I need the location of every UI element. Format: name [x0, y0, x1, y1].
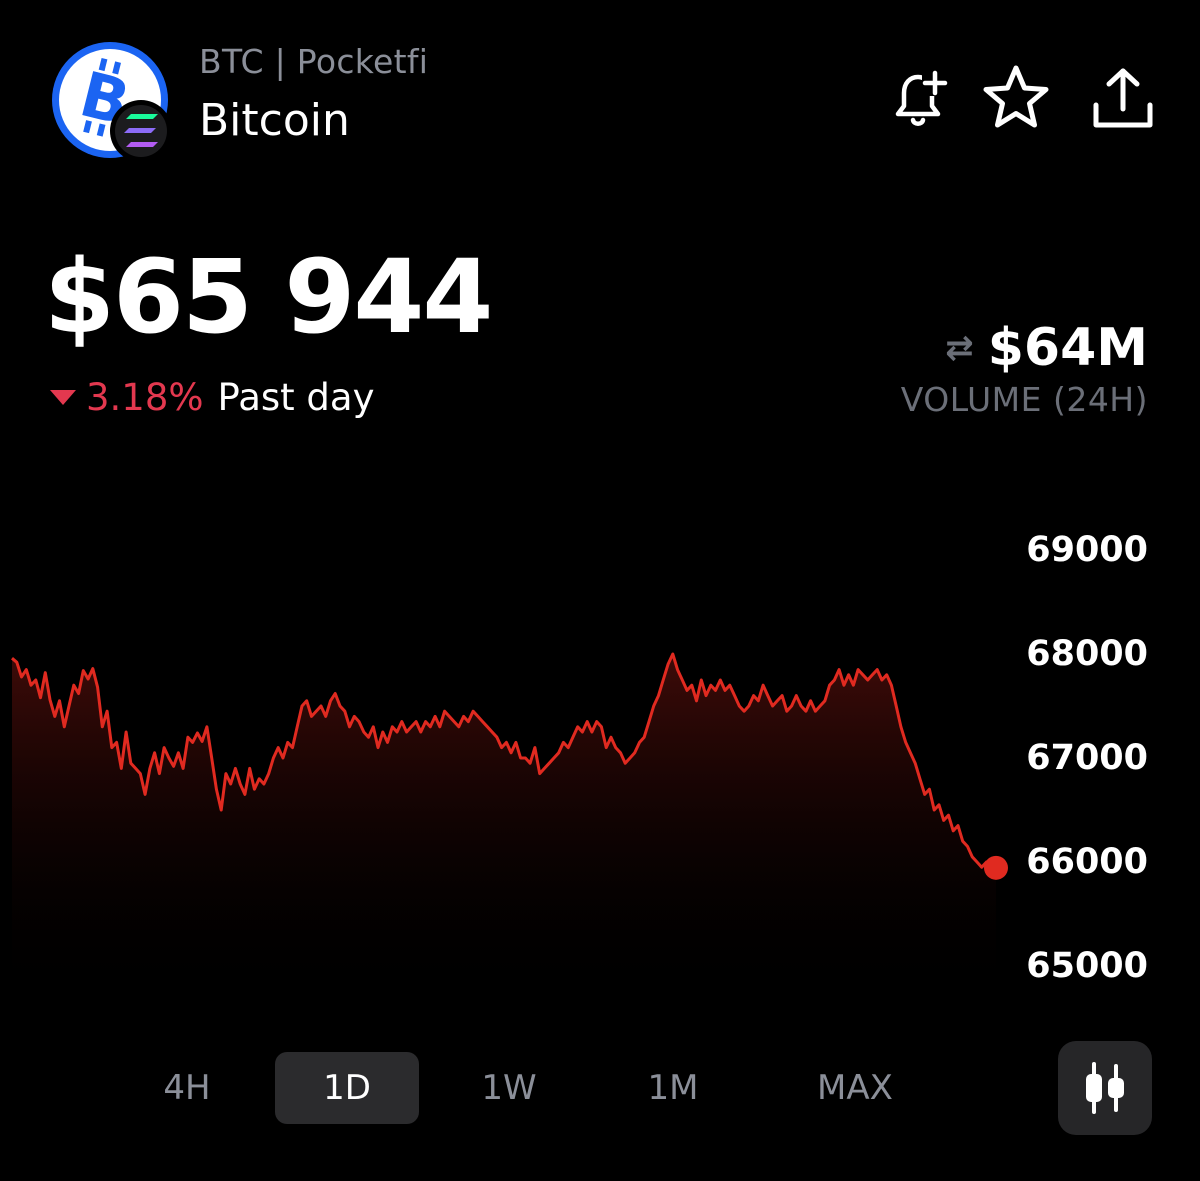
- y-tick-label: 65000: [1026, 946, 1148, 986]
- bitcoin-logo-icon: B: [52, 42, 172, 162]
- timeframe-tabs: 4H 1D 1W 1M MAX: [0, 1052, 1000, 1124]
- tab-1m[interactable]: 1M: [626, 1052, 720, 1124]
- share-icon: [1093, 68, 1153, 128]
- y-tick-label: 69000: [1026, 530, 1148, 570]
- share-button[interactable]: [1087, 62, 1159, 134]
- y-tick-label: 67000: [1026, 738, 1148, 778]
- asset-name: Bitcoin: [199, 95, 350, 146]
- y-tick-label: 66000: [1026, 842, 1148, 882]
- swap-arrows-icon: ⇄: [945, 328, 974, 368]
- tab-max[interactable]: MAX: [800, 1052, 910, 1124]
- current-price-dot: [984, 855, 1008, 880]
- price-alert-button[interactable]: [882, 62, 954, 134]
- price-change-period: Past day: [217, 376, 375, 419]
- volume-value: $64M: [987, 318, 1148, 378]
- bell-plus-icon: [895, 70, 948, 126]
- solana-badge-icon: [110, 100, 172, 162]
- tab-1w[interactable]: 1W: [462, 1052, 556, 1124]
- price-area: [12, 654, 996, 1000]
- y-tick-label: 68000: [1026, 634, 1148, 674]
- current-price: $65 944: [44, 238, 493, 357]
- price-chart[interactable]: [0, 520, 1010, 1000]
- favorite-button[interactable]: [980, 62, 1052, 134]
- tab-1d[interactable]: 1D: [275, 1052, 419, 1124]
- volume-label: VOLUME (24H): [900, 380, 1148, 419]
- ticker-exchange: BTC | Pocketfi: [199, 42, 429, 81]
- down-triangle-icon: [50, 390, 76, 405]
- bitcoin-logo: B: [50, 40, 172, 162]
- price-change: 3.18% Past day: [50, 376, 374, 419]
- volume-block: ⇄ $64M VOLUME (24H): [901, 318, 1148, 419]
- tab-4h[interactable]: 4H: [140, 1052, 234, 1124]
- candlestick-toggle-button[interactable]: [1058, 1041, 1152, 1135]
- price-change-percent: 3.18%: [86, 376, 204, 419]
- candlestick-icon: [1086, 1062, 1124, 1114]
- star-icon: [983, 65, 1049, 128]
